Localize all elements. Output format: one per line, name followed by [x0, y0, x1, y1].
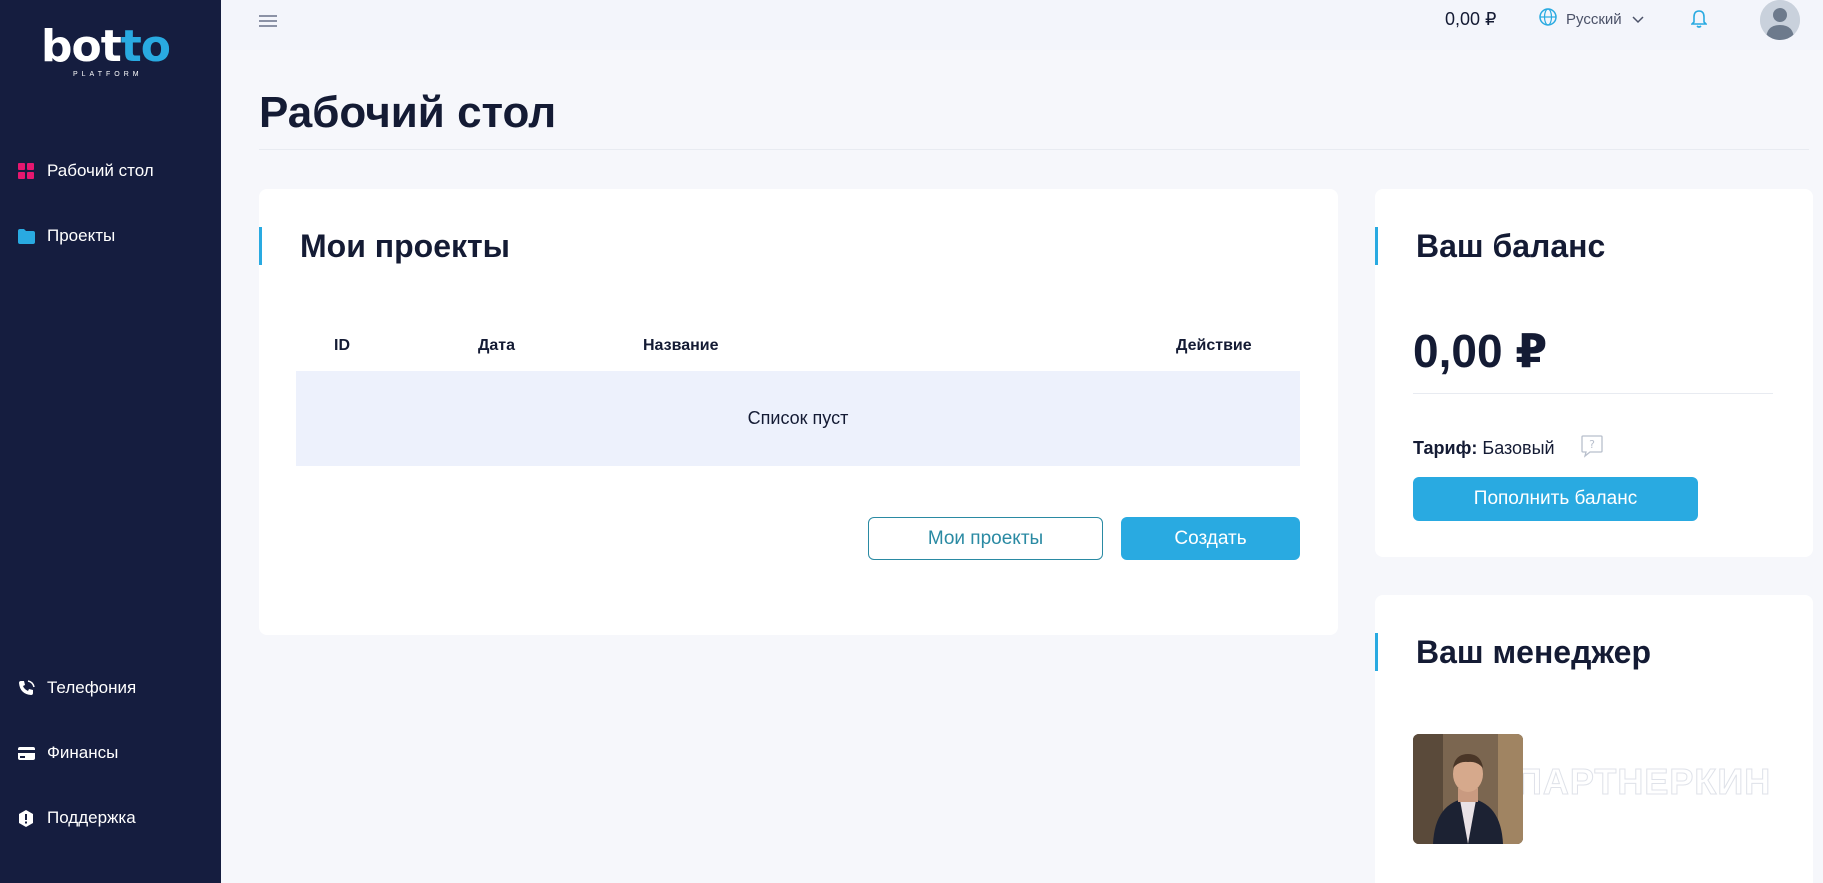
- sidebar-item-dashboard[interactable]: Рабочий стол: [0, 151, 221, 191]
- table-empty-state: Список пуст: [296, 371, 1300, 466]
- sidebar: botto PLATFORM Рабочий стол Проекты Теле…: [0, 0, 221, 883]
- manager-photo: [1413, 734, 1523, 844]
- tariff-value: Базовый: [1482, 438, 1555, 458]
- tariff-label: Тариф:: [1413, 438, 1478, 458]
- bell-icon[interactable]: [1690, 9, 1708, 34]
- create-button[interactable]: Создать: [1121, 517, 1300, 560]
- globe-icon: [1539, 8, 1557, 31]
- column-header-date: Дата: [478, 337, 516, 354]
- sidebar-item-label: Поддержка: [47, 808, 136, 827]
- balance-card: Ваш баланс 0,00 ₽ Тариф: Базовый ? Попол…: [1375, 189, 1813, 557]
- header-balance: 0,00 ₽: [1445, 9, 1497, 29]
- column-header-action: Действие: [1176, 337, 1252, 354]
- column-header-id: ID: [334, 337, 350, 354]
- top-up-button[interactable]: Пополнить баланс: [1413, 477, 1698, 521]
- watermark-text: ПАРТНЕРКИН: [1515, 761, 1772, 803]
- sidebar-item-projects[interactable]: Проекты: [0, 216, 221, 256]
- help-icon[interactable]: ?: [1580, 434, 1604, 463]
- divider: [259, 149, 1809, 150]
- manager-heading: Ваш менеджер: [1375, 633, 1651, 671]
- chevron-down-icon: [1632, 11, 1644, 29]
- sidebar-item-finance[interactable]: Финансы: [0, 733, 221, 773]
- projects-heading: Мои проекты: [259, 227, 510, 265]
- logo-subtitle: PLATFORM: [73, 71, 143, 78]
- svg-text:?: ?: [1589, 438, 1595, 451]
- language-label: Русский: [1566, 11, 1622, 28]
- phone-icon: [17, 679, 35, 697]
- balance-amount: 0,00 ₽: [1413, 325, 1548, 377]
- sidebar-item-label: Рабочий стол: [47, 161, 154, 180]
- tariff-info: Тариф: Базовый ?: [1413, 434, 1604, 463]
- sidebar-item-label: Финансы: [47, 743, 119, 762]
- balance-heading: Ваш баланс: [1375, 227, 1605, 265]
- sidebar-item-label: Проекты: [47, 226, 116, 245]
- sidebar-item-label: Телефония: [47, 678, 137, 697]
- column-header-name: Название: [643, 337, 719, 354]
- language-selector[interactable]: Русский: [1539, 8, 1644, 31]
- page-title: Рабочий стол: [259, 88, 557, 137]
- card-icon: [17, 744, 35, 762]
- logo-wordmark: botto: [41, 21, 171, 72]
- sidebar-item-support[interactable]: Поддержка: [0, 798, 221, 838]
- divider: [1413, 393, 1773, 394]
- user-avatar[interactable]: [1760, 0, 1800, 40]
- manager-card: Ваш менеджер ПАРТНЕРКИН: [1375, 595, 1813, 883]
- logo[interactable]: botto PLATFORM: [41, 22, 176, 82]
- sidebar-item-telephony[interactable]: Телефония: [0, 668, 221, 708]
- top-bar: 0,00 ₽ Русский: [221, 0, 1823, 50]
- dashboard-icon: [17, 162, 35, 180]
- menu-icon[interactable]: [259, 15, 277, 29]
- projects-card: Мои проекты ID Дата Название Действие Сп…: [259, 189, 1338, 635]
- folder-icon: [17, 227, 35, 245]
- my-projects-button[interactable]: Мои проекты: [868, 517, 1103, 560]
- support-icon: [17, 809, 35, 827]
